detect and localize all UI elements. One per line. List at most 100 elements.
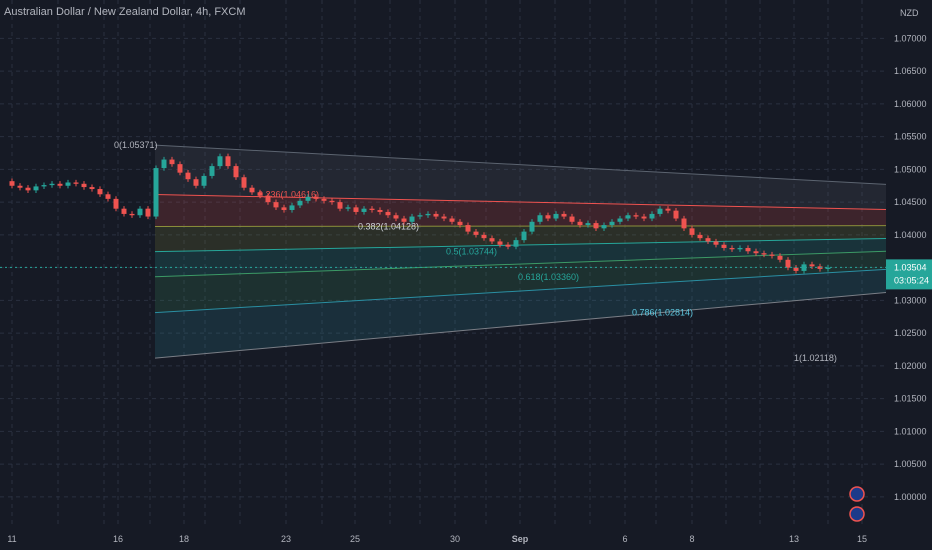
candle-body: [617, 218, 623, 222]
candle-body: [177, 164, 183, 173]
price-tick-label: 1.06000: [894, 99, 927, 109]
candle-body: [809, 264, 815, 267]
candle-body: [441, 216, 447, 219]
candle-body: [769, 254, 775, 256]
candle-body: [553, 213, 559, 219]
candle-body: [305, 196, 311, 201]
fib-label: 1(1.02118): [794, 353, 837, 363]
time-tick-label: Sep: [512, 534, 529, 544]
candle-body: [161, 159, 167, 169]
candle-body: [65, 182, 71, 186]
candle-body: [729, 247, 735, 250]
time-tick-label: 15: [857, 534, 867, 544]
candle-body: [425, 213, 431, 216]
candle-body: [345, 207, 351, 209]
price-tick-label: 1.06500: [894, 66, 927, 76]
price-tick-label: 1.04500: [894, 197, 927, 207]
price-tick-label: 1.00000: [894, 492, 927, 502]
time-tick-label: 25: [350, 534, 360, 544]
candle-body: [145, 208, 151, 217]
fib-label: 0.382(1.04128): [358, 222, 419, 232]
candle-body: [113, 198, 119, 209]
candle-body: [369, 208, 375, 210]
candle-body: [545, 215, 551, 219]
candle-body: [337, 202, 343, 209]
event-flag-icon: [849, 486, 865, 502]
candle-body: [321, 198, 327, 201]
time-tick-label: 30: [450, 534, 460, 544]
candle-body: [457, 221, 463, 226]
time-tick-label: 11: [7, 534, 16, 544]
candle-body: [785, 259, 791, 268]
candle-body: [57, 183, 63, 186]
candle-body: [17, 185, 23, 188]
candle-body: [641, 216, 647, 219]
last-price-label: 1.03504: [894, 262, 927, 272]
price-tick-label: 1.05000: [894, 164, 927, 174]
candle-body: [433, 213, 439, 217]
candle-body: [249, 187, 255, 193]
candle-body: [9, 181, 15, 186]
time-axis[interactable]: 11 16 18 23 25 30 Sep 6 8 13 15: [0, 528, 932, 550]
candle-body: [209, 166, 215, 176]
candle-body: [41, 185, 47, 187]
time-tick-label: 8: [689, 534, 694, 544]
candle-body: [233, 166, 239, 178]
time-tick-label: 6: [622, 534, 627, 544]
candle-body: [529, 221, 535, 232]
candle-body: [193, 179, 199, 186]
candle-body: [609, 221, 615, 226]
candle-body: [761, 253, 767, 255]
price-tick-label: 1.00500: [894, 459, 927, 469]
candle-body: [185, 172, 191, 180]
fib-label: 0.786(1.02814): [632, 308, 693, 318]
candle-body: [297, 200, 303, 206]
candle-body: [289, 205, 295, 210]
candle-body: [593, 223, 599, 229]
candle-body: [33, 186, 39, 191]
candle-body: [793, 267, 799, 271]
candle-body: [201, 175, 207, 186]
candle-body: [273, 202, 279, 208]
candle-body: [705, 238, 711, 242]
candle-body: [89, 187, 95, 190]
candle-body: [625, 215, 631, 219]
candle-body: [153, 168, 159, 217]
fib-label: 0.618(1.03360): [518, 272, 579, 282]
candle-body: [353, 207, 359, 212]
candle-body: [377, 209, 383, 212]
candle-body: [465, 225, 471, 232]
candle-body: [673, 210, 679, 219]
candle-body: [417, 215, 423, 217]
candle-body: [657, 208, 663, 214]
candle-body: [665, 208, 671, 211]
candle-body: [393, 215, 399, 219]
candle-body: [561, 213, 567, 217]
time-tick-label: 23: [281, 534, 291, 544]
candle-body: [537, 215, 543, 222]
candle-body: [649, 213, 655, 219]
candle-body: [505, 244, 511, 247]
event-flag-icon: [849, 506, 865, 522]
fib-label: 0.5(1.03744): [446, 247, 497, 257]
candle-body: [721, 244, 727, 248]
candle-body: [681, 218, 687, 229]
price-chart[interactable]: 0(1.05371)0.236(1.04616)0.382(1.04128)0.…: [0, 0, 932, 550]
candle-body: [409, 216, 415, 222]
price-axis[interactable]: 1.07000 1.06500 1.06000 1.05500 1.05000 1.045…: [886, 0, 932, 550]
candle-body: [361, 208, 367, 212]
fib-retracement[interactable]: 0(1.05371)0.236(1.04616)0.382(1.04128)0.…: [114, 140, 887, 363]
time-tick-label: 18: [179, 534, 189, 544]
candle-body: [97, 189, 103, 195]
price-tick-label: 1.01000: [894, 426, 927, 436]
candle-body: [401, 218, 407, 222]
candle-body: [25, 187, 31, 191]
candle-body: [313, 196, 319, 199]
candle-body: [585, 223, 591, 226]
candle-body: [521, 231, 527, 241]
candle-body: [633, 215, 639, 217]
candle-body: [601, 225, 607, 229]
candle-body: [81, 183, 87, 188]
candle-body: [777, 255, 783, 260]
symbol-title: Australian Dollar / New Zealand Dollar, …: [4, 6, 246, 18]
